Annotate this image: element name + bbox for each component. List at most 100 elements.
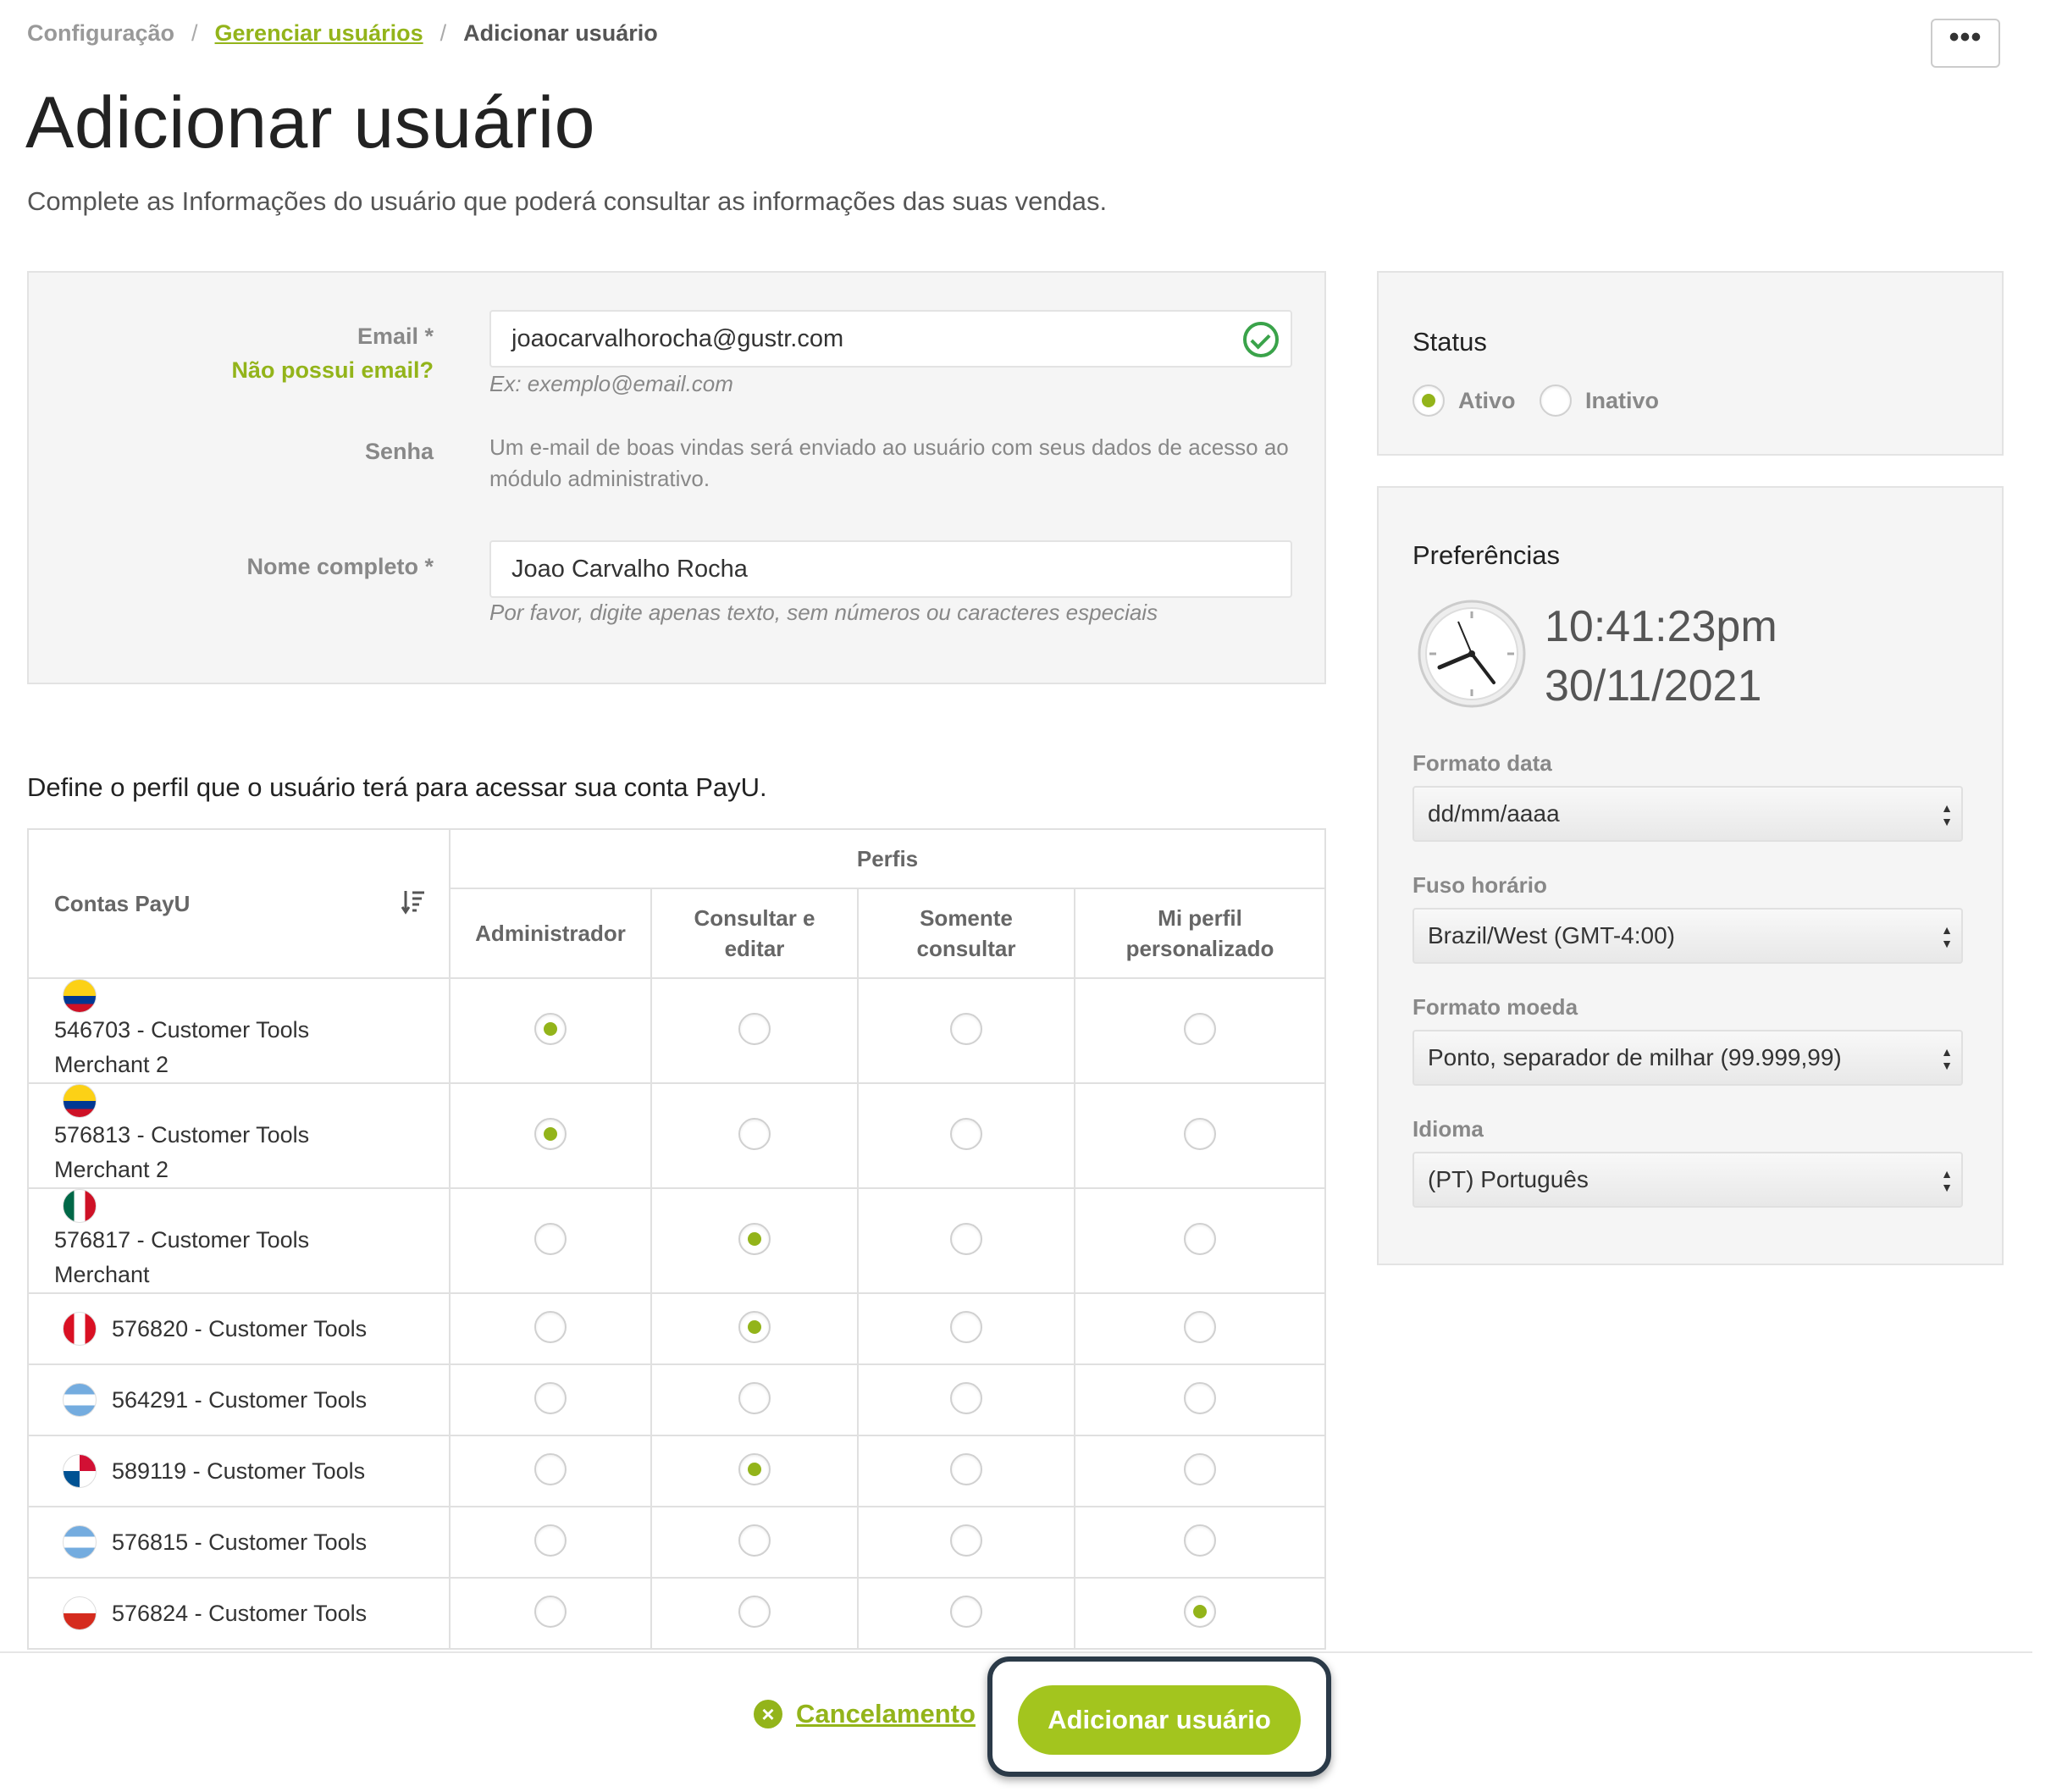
check-circle-icon [1243,322,1279,357]
profile-radio[interactable] [950,1524,982,1557]
breadcrumb: Configuração / Gerenciar usuários / Adic… [27,20,658,47]
profile-radio[interactable] [1184,1524,1216,1557]
accounts-column-header[interactable]: Contas PayU [27,828,451,979]
profile-radio[interactable] [950,1222,982,1255]
profile-cell [1074,1187,1326,1294]
profile-radio[interactable] [950,1310,982,1343]
colombia-flag-icon [63,979,97,1013]
date-format-select[interactable]: dd/mm/aaaa ▲ ▼ [1412,786,1963,842]
add-user-button[interactable]: Adicionar usuário [1018,1685,1301,1755]
account-cell: 576815 - Customer Tools [27,1506,451,1579]
profile-radio[interactable] [738,1524,771,1557]
profile-radio[interactable] [738,1222,771,1255]
email-label: Email * [357,324,434,349]
current-date: 30/11/2021 [1545,661,1762,711]
breadcrumb-gerenciar-usuarios[interactable]: Gerenciar usuários [215,20,423,47]
breadcrumb-separator: / [191,20,198,46]
profile-cell [449,1082,652,1189]
select-arrows-icon: ▲ ▼ [1941,801,1953,828]
page-title: Adicionar usuário [25,82,595,163]
profile-cell [1074,1506,1326,1579]
more-options-button[interactable]: ••• [1931,19,2000,68]
profile-radio[interactable] [738,1310,771,1343]
profile-radio[interactable] [950,1595,982,1628]
profile-cell [449,1292,652,1365]
profile-radio[interactable] [534,1381,567,1414]
status-radio-ativo[interactable] [1412,384,1445,417]
profile-radio[interactable] [534,1310,567,1343]
column-consultar-editar: Consultar e editar [650,888,859,979]
table-row: 564291 - Customer Tools [27,1363,1326,1436]
profile-cell [857,1577,1075,1650]
account-cell: 576817 - Customer Tools Merchant [27,1187,451,1294]
profile-radio[interactable] [950,1012,982,1045]
profile-radio[interactable] [1184,1012,1216,1045]
password-info: Um e-mail de boas vindas será enviado ao… [489,434,1289,491]
breadcrumb-configuracao[interactable]: Configuração [27,20,174,47]
profile-radio[interactable] [1184,1222,1216,1255]
profile-cell [857,1082,1075,1189]
profile-radio[interactable] [738,1452,771,1485]
cancel-label: Cancelamento [796,1699,976,1728]
sort-icon[interactable] [401,889,425,915]
cancel-link[interactable]: × Cancelamento [754,1699,976,1729]
status-ativo-label: Ativo [1458,387,1516,413]
profile-radio[interactable] [738,1381,771,1414]
timezone-select[interactable]: Brazil/West (GMT-4:00) ▲ ▼ [1412,908,1963,964]
full-name-label: Nome completo * [246,554,434,579]
table-row: 576815 - Customer Tools [27,1506,1326,1579]
full-name-field[interactable]: Joao Carvalho Rocha [489,540,1292,598]
profile-radio[interactable] [950,1452,982,1485]
table-row: 546703 - Customer Tools Merchant 2 [27,977,1326,1084]
profile-cell [449,1577,652,1650]
profile-radio[interactable] [738,1595,771,1628]
account-cell: 576824 - Customer Tools [27,1577,451,1650]
profile-cell [1074,977,1326,1084]
mexico-flag-icon [63,1189,97,1223]
profile-cell [1074,1435,1326,1507]
email-field[interactable]: joaocarvalhorocha@gustr.com [489,310,1292,368]
email-value: joaocarvalhorocha@gustr.com [511,324,844,352]
profile-radio[interactable] [1184,1452,1216,1485]
status-option-ativo[interactable]: Ativo [1412,384,1516,417]
profile-radio[interactable] [534,1222,567,1255]
language-select[interactable]: (PT) Português ▲ ▼ [1412,1152,1963,1208]
currency-format-value: Ponto, separador de milhar (99.999,99) [1428,1044,1842,1070]
profile-radio[interactable] [950,1117,982,1150]
profile-cell [857,1506,1075,1579]
full-name-value: Joao Carvalho Rocha [511,555,748,583]
no-email-link[interactable]: Não possui email? [231,357,434,384]
profile-radio[interactable] [738,1117,771,1150]
profile-cell [1074,1577,1326,1650]
language-value: (PT) Português [1428,1166,1589,1192]
select-arrows-icon: ▲ ▼ [1941,1167,1953,1194]
profile-radio[interactable] [1184,1381,1216,1414]
profile-radio[interactable] [1184,1310,1216,1343]
argentina-flag-icon [63,1525,97,1559]
account-cell: 546703 - Customer Tools Merchant 2 [27,977,451,1084]
breadcrumb-current: Adicionar usuário [463,20,658,46]
profiles-heading: Define o perfil que o usuário terá para … [27,772,767,802]
profile-cell [857,1292,1075,1365]
profile-cell [857,1187,1075,1294]
profile-radio[interactable] [534,1012,567,1045]
account-cell: 589119 - Customer Tools [27,1435,451,1507]
preferences-panel: Preferências 10:41:23pm 30/11/2021 Forma… [1377,486,2004,1265]
profile-radio[interactable] [738,1012,771,1045]
profile-cell [650,1506,859,1579]
profile-radio[interactable] [534,1452,567,1485]
profile-radio[interactable] [1184,1117,1216,1150]
status-option-inativo[interactable]: Inativo [1540,384,1659,417]
currency-format-select[interactable]: Ponto, separador de milhar (99.999,99) ▲… [1412,1030,1963,1086]
profile-radio[interactable] [534,1524,567,1557]
profile-radio[interactable] [534,1117,567,1150]
submit-focus-ring: Adicionar usuário [987,1656,1331,1777]
profile-radio[interactable] [1184,1595,1216,1628]
profile-radio[interactable] [534,1595,567,1628]
column-mi-perfil: Mi perfil personalizado [1074,888,1326,979]
profile-radio[interactable] [950,1381,982,1414]
status-radio-inativo[interactable] [1540,384,1572,417]
clock-icon [1418,600,1526,708]
preferences-title: Preferências [1412,540,1561,570]
profile-cell [1074,1082,1326,1189]
